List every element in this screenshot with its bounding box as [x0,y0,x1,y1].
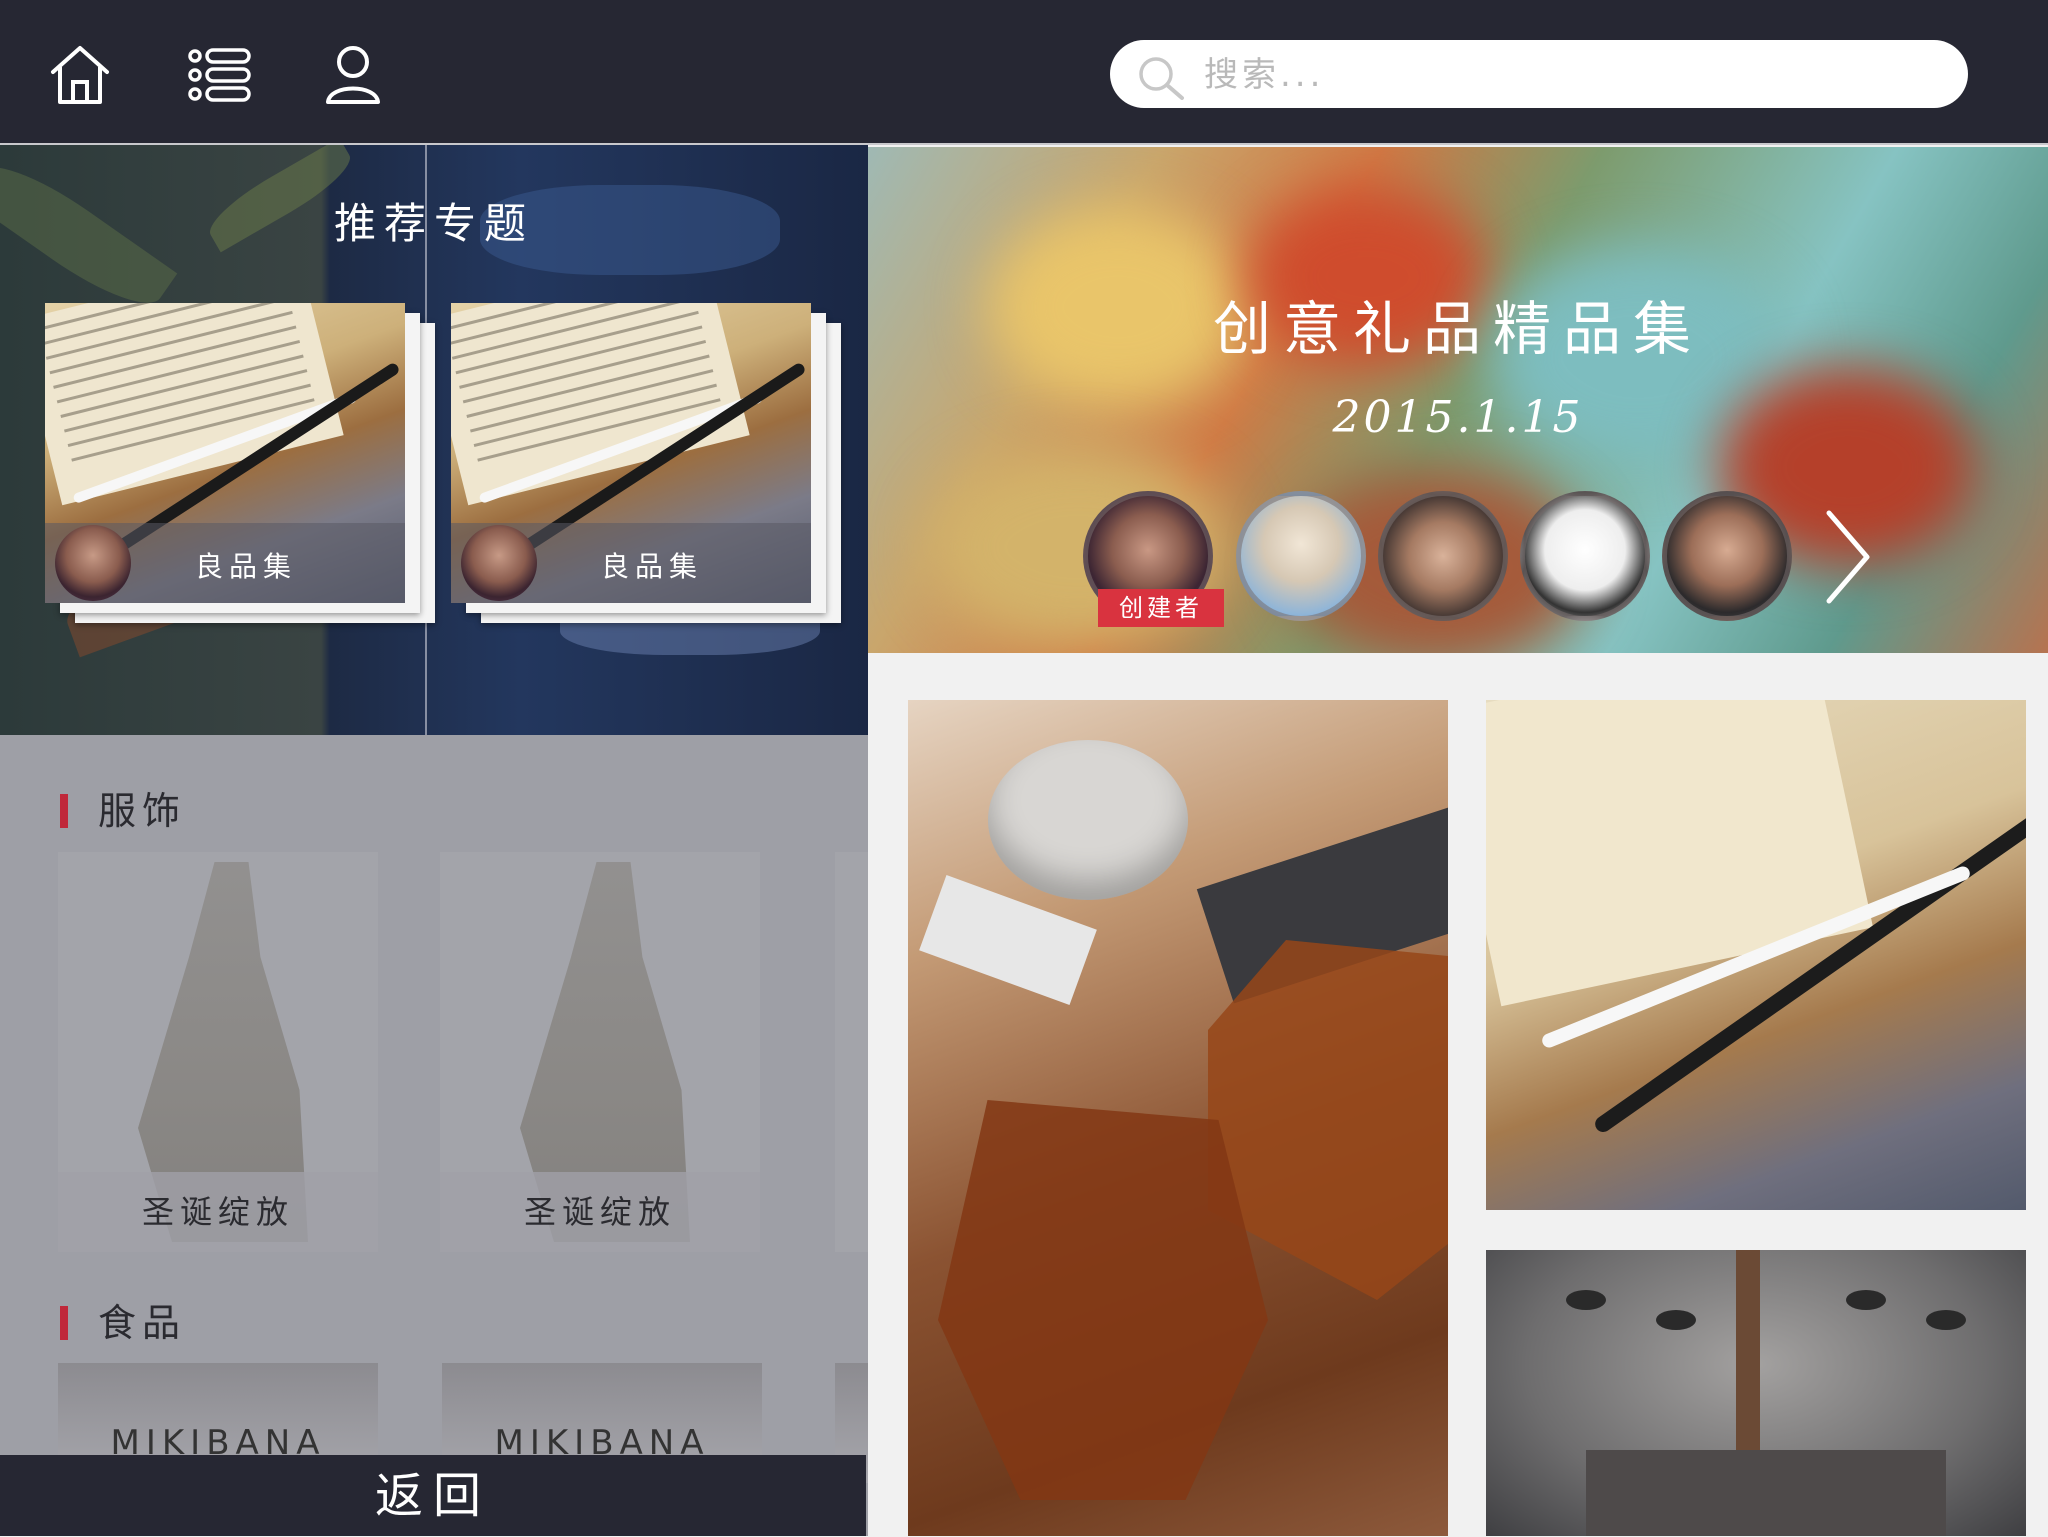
topic-card-image: 良品集 [451,303,811,603]
topic-card-label: 良品集 [601,550,704,583]
topic-card-label: 良品集 [195,550,298,583]
category-tile-partial[interactable] [835,852,868,1252]
section-heading-clothing: 服饰 [60,780,186,835]
tile-caption: 圣诞绽放 [440,1172,760,1252]
topic-card-image: 良品集 [45,303,405,603]
topic-card[interactable]: 良品集 [45,303,435,623]
collection-title: 创意礼品精品集 [1212,295,1703,363]
home-icon[interactable] [45,40,115,110]
collection-banner: 创意礼品精品集 2015.1.15 创建者 [868,147,2048,653]
section-marker [60,794,68,828]
search-bar[interactable] [1110,40,1968,108]
member-avatar[interactable] [1378,491,1508,621]
section-heading-food: 食品 [60,1292,186,1347]
member-avatar[interactable] [1662,491,1792,621]
member-avatar[interactable] [1520,491,1650,621]
topic-card[interactable]: 良品集 [451,303,841,623]
tile-caption: 圣诞绽放 [58,1172,378,1252]
product-photo[interactable] [1486,1250,2026,1536]
user-icon[interactable] [318,40,388,110]
top-bar [0,0,2048,145]
creator-avatar [55,525,131,601]
category-tile[interactable]: 圣诞绽放 [440,852,760,1252]
back-button[interactable]: 返回 [0,1455,866,1536]
recommend-title: 推荐专题 [333,199,534,248]
category-tile[interactable]: 圣诞绽放 [58,852,378,1252]
search-input[interactable] [1202,46,1926,104]
collection-date: 2015.1.15 [1332,392,1584,443]
search-icon [1139,57,1184,100]
left-panel: 推荐专题 良品集 良品集 服饰 圣诞绽放 圣诞绽放 食品 MIKIBANA MI… [0,145,868,1536]
chevron-right-icon[interactable] [1823,507,1873,607]
member-avatar[interactable] [1236,491,1366,621]
section-marker [60,1306,68,1340]
category-section: 服饰 圣诞绽放 圣诞绽放 食品 MIKIBANA MIKIBANA [0,735,868,1536]
product-photo[interactable] [1486,700,2026,1210]
creator-avatar [461,525,537,601]
creator-tag: 创建者 [1098,589,1224,627]
recommend-section: 推荐专题 良品集 良品集 [0,145,868,735]
product-photo[interactable] [908,700,1448,1536]
list-icon[interactable] [183,40,253,110]
